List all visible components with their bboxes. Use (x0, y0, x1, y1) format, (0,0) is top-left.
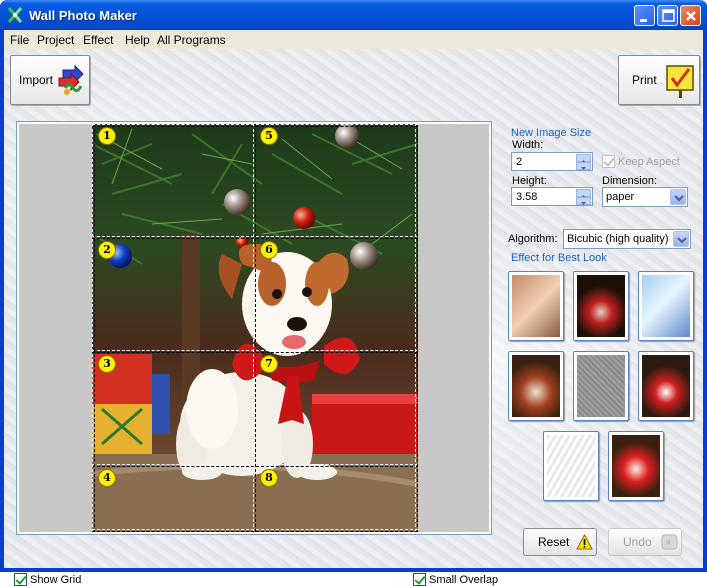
effect-sketch-image (547, 435, 595, 497)
dimension-select[interactable]: paper (602, 187, 688, 207)
minimize-button[interactable] (634, 5, 655, 26)
print-button[interactable]: Print (618, 55, 700, 105)
menu-help[interactable]: Help (125, 33, 150, 47)
preview-canvas[interactable]: 1 2 3 4 5 6 7 8 (19, 124, 489, 532)
height-up-arrow-icon[interactable] (576, 189, 591, 198)
effect-thumb-dark[interactable] (573, 271, 629, 341)
height-spinner[interactable]: 3.58 (511, 187, 593, 206)
grid-border-bottom (92, 529, 418, 532)
effect-thumb-cool[interactable] (638, 271, 694, 341)
import-button[interactable]: Import (10, 55, 90, 105)
effect-thumb-sketch[interactable] (543, 431, 599, 501)
effect-warm-image (512, 355, 560, 417)
maximize-button[interactable] (657, 5, 678, 26)
effects-title: Effect for Best Look (511, 252, 607, 264)
effect-thumb-emboss[interactable] (573, 351, 629, 421)
grid-line-horizontal-3 (92, 464, 418, 467)
effect-normal-image (512, 275, 560, 337)
preview-canvas-frame: 1 2 3 4 5 6 7 8 (16, 121, 492, 535)
show-grid-check-icon[interactable] (14, 573, 27, 586)
undo-button[interactable]: Undo (608, 528, 682, 556)
menu-project[interactable]: Project (37, 33, 74, 47)
window-title: Wall Photo Maker (29, 8, 137, 23)
window-frame-bottom (0, 568, 707, 572)
effect-thumb-vivid[interactable] (608, 431, 664, 501)
tile-number-badge: 6 (260, 241, 278, 259)
show-grid-checkbox[interactable]: Show Grid (14, 573, 81, 586)
effect-vivid-image (612, 435, 660, 497)
width-up-arrow-icon[interactable] (576, 154, 591, 163)
effect-cool-image (642, 275, 690, 337)
grid-border-right (415, 124, 418, 532)
effect-thumb-warm[interactable] (508, 351, 564, 421)
tile-number-badge: 5 (260, 127, 278, 145)
app-window: Wall Photo Maker File Project Effect Hel… (0, 0, 707, 586)
menu-all-programs[interactable]: All Programs (157, 33, 226, 47)
grid-line-vertical (253, 124, 256, 532)
height-down-arrow-icon[interactable] (576, 197, 591, 205)
width-value: 2 (516, 156, 523, 168)
dimension-label: Dimension: (602, 175, 658, 187)
tile-number-badge: 8 (260, 469, 278, 487)
client-area: File Project Effect Help All Programs Im… (4, 30, 703, 586)
show-grid-label: Show Grid (30, 573, 82, 586)
width-down-arrow-icon[interactable] (576, 162, 591, 170)
small-overlap-label: Small Overlap (429, 573, 499, 586)
grid-border-left (92, 124, 95, 532)
close-button[interactable] (680, 5, 701, 26)
tile-number-badge: 3 (98, 355, 116, 373)
import-button-label: Import (19, 73, 54, 87)
tile-number-badge: 4 (98, 469, 116, 487)
keep-aspect-label: Keep Aspect (618, 155, 680, 168)
new-image-size-title: New Image Size (511, 127, 592, 139)
width-spinner[interactable]: 2 (511, 152, 593, 171)
warning-icon (576, 534, 593, 550)
effect-emboss-image (577, 355, 625, 417)
photo-preview[interactable]: 1 2 3 4 5 6 7 8 (92, 124, 418, 532)
reset-label: Reset (538, 535, 570, 549)
algorithm-label: Algorithm: (508, 233, 558, 245)
menu-effect[interactable]: Effect (83, 33, 113, 47)
algorithm-value: Bicubic (high quality) (567, 233, 669, 245)
height-label: Height: (512, 175, 547, 187)
undo-label: Undo (623, 535, 652, 549)
workspace: Import Print 1 2 3 4 5 6 7 8 Show Grid S… (4, 49, 703, 586)
algorithm-select[interactable]: Bicubic (high quality) (563, 229, 691, 249)
print-check-icon (666, 65, 694, 98)
height-value: 3.58 (516, 191, 538, 203)
grid-border-top (92, 124, 418, 127)
effect-thumb-normal[interactable] (508, 271, 564, 341)
small-overlap-check-icon[interactable] (413, 573, 426, 586)
dimension-dropdown-icon[interactable] (670, 189, 686, 205)
effect-contrast-image (642, 355, 690, 417)
keep-aspect-checkbox[interactable]: Keep Aspect (602, 155, 680, 168)
grid-line-horizontal-2 (92, 350, 418, 353)
grid-line-horizontal-1 (92, 236, 418, 239)
small-overlap-checkbox[interactable]: Small Overlap (413, 573, 498, 586)
undo-icon (661, 534, 678, 550)
print-button-label: Print (632, 73, 657, 87)
tile-number-badge: 1 (98, 127, 116, 145)
effect-dark-image (577, 275, 625, 337)
width-label: Width: (512, 139, 544, 151)
tile-number-badge: 2 (98, 241, 116, 259)
app-logo-icon (6, 6, 24, 24)
import-icon (58, 64, 84, 95)
algorithm-dropdown-icon[interactable] (673, 231, 689, 247)
tile-number-badge: 7 (260, 355, 278, 373)
menu-file[interactable]: File (10, 33, 29, 47)
effect-thumb-contrast[interactable] (638, 351, 694, 421)
dimension-value: paper (606, 191, 635, 203)
keep-aspect-check-icon[interactable] (602, 155, 615, 168)
title-bar[interactable]: Wall Photo Maker (0, 0, 707, 30)
reset-button[interactable]: Reset (523, 528, 597, 556)
menu-bar: File Project Effect Help All Programs (4, 30, 703, 49)
